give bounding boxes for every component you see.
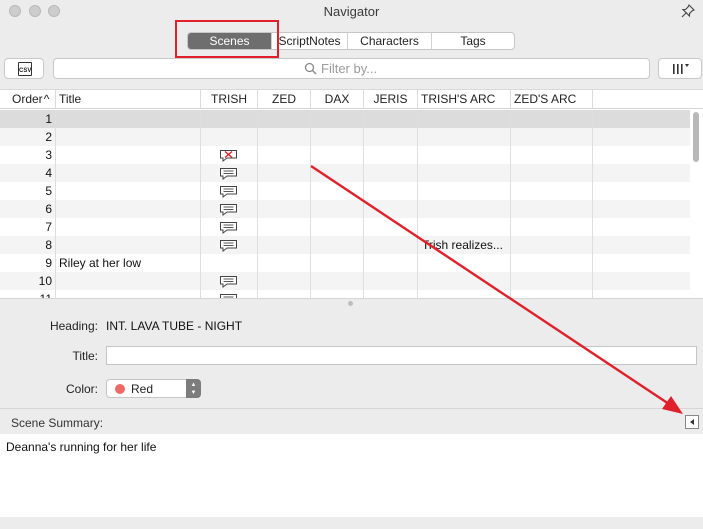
triangle-left-icon: [690, 419, 694, 425]
row-order: 2: [45, 130, 52, 144]
table-row[interactable]: 11: [0, 290, 690, 298]
row-title[interactable]: [59, 164, 197, 182]
table-row[interactable]: 5: [0, 182, 690, 200]
color-select-value: Red: [131, 382, 154, 396]
collapse-summary-button[interactable]: [685, 415, 699, 429]
scene-summary-text: Deanna's running for her life: [6, 440, 157, 454]
row-order: 9: [45, 256, 52, 270]
table-rows: 1 2 3 4 5 6 7 8 Trish realizes... 9 Riley at her l…: [0, 110, 690, 298]
column-header-zed-arc[interactable]: ZED'S ARC: [511, 90, 593, 109]
script-note-icon[interactable]: [219, 221, 238, 234]
table-row[interactable]: 6: [0, 200, 690, 218]
tab-tags[interactable]: Tags: [432, 33, 514, 49]
search-placeholder: Filter by...: [321, 61, 378, 76]
table-row[interactable]: 8 Trish realizes...: [0, 236, 690, 254]
sort-ascending-icon: ^: [43, 92, 50, 106]
row-title[interactable]: [59, 200, 197, 218]
row-order: 7: [45, 220, 52, 234]
row-order: 6: [45, 202, 52, 216]
scene-summary-editor[interactable]: Deanna's running for her life: [0, 434, 703, 517]
divider-handle-icon: [348, 301, 353, 306]
row-trish-arc[interactable]: [422, 254, 508, 272]
row-order: 8: [45, 238, 52, 252]
color-label: Color:: [65, 382, 98, 396]
row-order: 3: [45, 148, 52, 162]
scene-summary-label: Scene Summary:: [11, 416, 104, 430]
heading-value: INT. LAVA TUBE - NIGHT: [106, 319, 243, 333]
title-bar: Navigator: [0, 0, 703, 24]
tab-scriptnotes[interactable]: ScriptNotes: [272, 33, 348, 49]
columns-menu-icon: [673, 64, 689, 74]
row-trish-arc[interactable]: [422, 182, 508, 200]
csv-file-icon: CSV: [18, 62, 32, 76]
table-row[interactable]: 3: [0, 146, 690, 164]
row-title[interactable]: [59, 272, 197, 290]
tab-characters[interactable]: Characters: [348, 33, 432, 49]
table-row[interactable]: 10: [0, 272, 690, 290]
row-trish-arc[interactable]: [422, 164, 508, 182]
pin-icon[interactable]: [681, 4, 695, 18]
row-order: 4: [45, 166, 52, 180]
scene-summary-header: Scene Summary:: [0, 408, 703, 434]
script-note-icon[interactable]: [219, 275, 238, 288]
navigator-window: Navigator Scenes ScriptNotes Characters …: [0, 0, 703, 529]
table-header: Order^ Title TRISH ZED DAX JERIS TRISH'S…: [0, 90, 703, 109]
column-options-button[interactable]: [658, 58, 702, 79]
script-note-icon[interactable]: [219, 203, 238, 216]
table-row[interactable]: 7: [0, 218, 690, 236]
column-header-trish[interactable]: TRISH: [201, 90, 258, 109]
row-order: 10: [38, 274, 52, 288]
table-row[interactable]: 9 Riley at her low: [0, 254, 690, 272]
table-vertical-scrollbar[interactable]: [693, 112, 699, 162]
deleted-note-icon[interactable]: [219, 149, 238, 162]
title-label: Title:: [72, 349, 98, 363]
row-title[interactable]: Riley at her low: [59, 254, 197, 272]
column-header-trish-arc[interactable]: TRISH'S ARC: [418, 90, 511, 109]
title-field[interactable]: [106, 346, 697, 365]
row-trish-arc[interactable]: [422, 146, 508, 164]
column-header-jeris[interactable]: JERIS: [364, 90, 418, 109]
color-swatch: [115, 384, 125, 394]
row-order: 5: [45, 184, 52, 198]
table-row[interactable]: 1: [0, 110, 690, 128]
row-trish-arc[interactable]: [422, 218, 508, 236]
row-title[interactable]: [59, 110, 197, 128]
column-header-zed[interactable]: ZED: [258, 90, 311, 109]
search-icon: [304, 62, 317, 75]
row-title[interactable]: [59, 218, 197, 236]
heading-label: Heading:: [49, 319, 98, 333]
color-select[interactable]: Red ▲ ▼: [106, 379, 201, 398]
script-note-icon[interactable]: [219, 239, 238, 252]
column-header-order[interactable]: Order^: [0, 90, 56, 109]
filter-search-input[interactable]: Filter by...: [53, 58, 650, 79]
row-trish-arc[interactable]: [422, 128, 508, 146]
row-title[interactable]: [59, 236, 197, 254]
split-view-divider[interactable]: [0, 298, 703, 308]
row-trish-arc[interactable]: [422, 110, 508, 128]
row-trish-arc[interactable]: [422, 272, 508, 290]
row-trish-arc[interactable]: Trish realizes...: [422, 236, 508, 254]
column-header-dax[interactable]: DAX: [311, 90, 364, 109]
row-order: 11: [0, 290, 52, 298]
row-trish-arc[interactable]: [422, 290, 508, 298]
row-order: 1: [45, 112, 52, 126]
window-title: Navigator: [323, 4, 380, 19]
row-title[interactable]: [59, 128, 197, 146]
script-note-icon[interactable]: [219, 185, 238, 198]
row-trish-arc[interactable]: [422, 200, 508, 218]
row-title[interactable]: [59, 146, 197, 164]
table-row[interactable]: 4: [0, 164, 690, 182]
column-header-title[interactable]: Title: [56, 90, 201, 109]
export-csv-button[interactable]: CSV: [4, 58, 44, 79]
scenes-table: Order^ Title TRISH ZED DAX JERIS TRISH'S…: [0, 89, 703, 298]
row-title[interactable]: [59, 290, 197, 298]
annotation-highlight-box: [175, 20, 279, 58]
script-note-icon[interactable]: [219, 167, 238, 180]
row-title[interactable]: [59, 182, 197, 200]
table-row[interactable]: 2: [0, 128, 690, 146]
select-stepper-icon: ▲ ▼: [186, 379, 201, 398]
